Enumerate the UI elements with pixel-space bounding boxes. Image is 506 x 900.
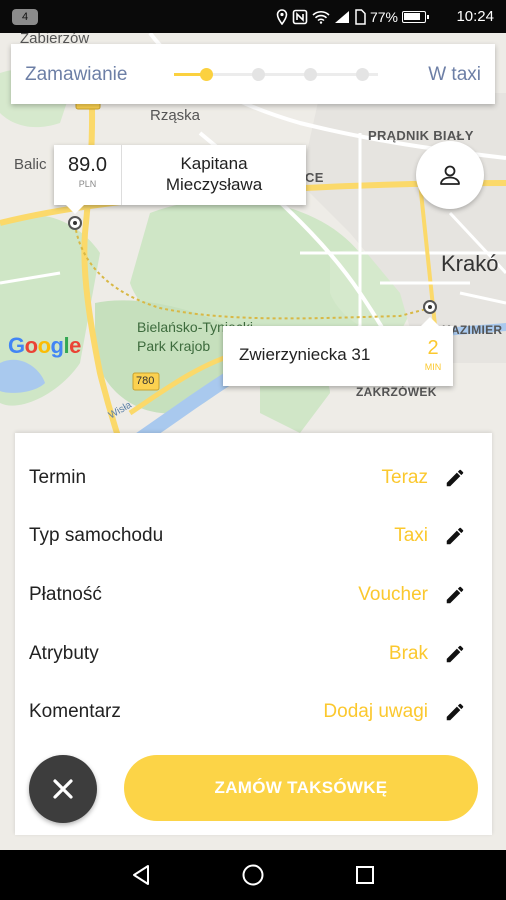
battery-icon [402, 11, 429, 23]
option-row-termin[interactable]: Termin Teraz [15, 445, 492, 503]
sim-icon [355, 9, 366, 25]
progress-end-label: W taxi [428, 64, 481, 85]
map-label-balice: Balic [14, 156, 47, 173]
option-label: Płatność [29, 584, 102, 605]
progress-step-dot [200, 68, 213, 81]
notification-count-badge: 4 [12, 9, 38, 25]
progress-start-label: Zamawianie [25, 64, 128, 85]
eta: 2 MIN [413, 326, 453, 386]
back-icon[interactable] [129, 863, 153, 887]
pencil-icon[interactable] [444, 584, 466, 606]
pickup-address: Kapitana Mieczysława [122, 145, 306, 205]
option-label: Termin [29, 467, 87, 488]
option-label: Komentarz [29, 701, 121, 722]
fare-amount: 89.0 [68, 154, 107, 176]
user-icon [440, 165, 460, 185]
cancel-order-button[interactable] [29, 755, 97, 823]
map-label-rzaska: Rząska [150, 107, 201, 124]
option-value[interactable]: Dodaj uwagi [323, 701, 428, 723]
progress-step-dot [356, 68, 369, 81]
fare-currency: PLN [78, 179, 97, 189]
eta-unit: MIN [424, 362, 442, 372]
google-logo: Google [8, 333, 81, 358]
nfc-icon [292, 9, 308, 25]
option-value[interactable]: Teraz [382, 467, 428, 489]
status-bar: 4 77% 10:24 [0, 0, 506, 33]
option-row-comment[interactable]: Komentarz Dodaj uwagi [15, 679, 492, 737]
destination-pin [423, 300, 437, 314]
option-value[interactable]: Brak [389, 643, 428, 665]
status-icons: 77% [276, 7, 429, 27]
destination-bubble[interactable]: Zwierzyniecka 31 2 MIN [223, 317, 453, 386]
fare-estimate: 89.0 PLN [54, 145, 122, 205]
order-progress-card: Zamawianie W taxi [11, 44, 495, 104]
option-row-attributes[interactable]: Atrybuty Brak [15, 621, 492, 679]
profile-button[interactable] [416, 141, 484, 209]
recents-icon[interactable] [353, 863, 377, 887]
option-label: Atrybuty [29, 643, 99, 664]
system-nav-bar [0, 850, 506, 900]
map-label-bielany-2: Park Krajob [137, 338, 211, 354]
map-label-pradnik: PRĄDNIK BIAŁY [368, 128, 474, 143]
pencil-icon[interactable] [444, 467, 466, 489]
map-label-ce: CE [305, 170, 324, 185]
pencil-icon[interactable] [444, 525, 466, 547]
location-icon [276, 9, 288, 25]
pickup-address-line1: Kapitana [180, 154, 248, 173]
option-label: Typ samochodu [29, 525, 164, 546]
pickup-bubble[interactable]: 89.0 PLN Kapitana Mieczysława [54, 145, 306, 214]
progress-step-dot [252, 68, 265, 81]
eta-value: 2 [427, 337, 439, 359]
clock: 10:24 [456, 8, 494, 25]
pencil-icon[interactable] [444, 701, 466, 723]
signal-icon [334, 11, 349, 23]
road-shield-780: 780 [136, 375, 155, 387]
option-row-payment[interactable]: Płatność Voucher [15, 562, 492, 620]
option-row-car-type[interactable]: Typ samochodu Taxi [15, 503, 492, 561]
map-label-zakrzowek: ZAKRZÓWEK [356, 385, 437, 399]
destination-address: Zwierzyniecka 31 [239, 345, 371, 364]
order-taxi-button[interactable]: ZAMÓW TAKSÓWKĘ [124, 755, 478, 821]
option-value[interactable]: Taxi [394, 525, 428, 547]
pencil-icon[interactable] [444, 643, 466, 665]
wifi-icon [312, 11, 330, 24]
map-label-krakow: Krakó [441, 251, 499, 276]
close-icon [53, 779, 73, 799]
battery-percent: 77% [369, 9, 398, 25]
pickup-pin [68, 216, 82, 230]
progress-step-dot [304, 68, 317, 81]
home-icon[interactable] [241, 863, 265, 887]
pickup-address-line2: Mieczysława [165, 175, 263, 194]
option-value[interactable]: Voucher [358, 584, 428, 606]
